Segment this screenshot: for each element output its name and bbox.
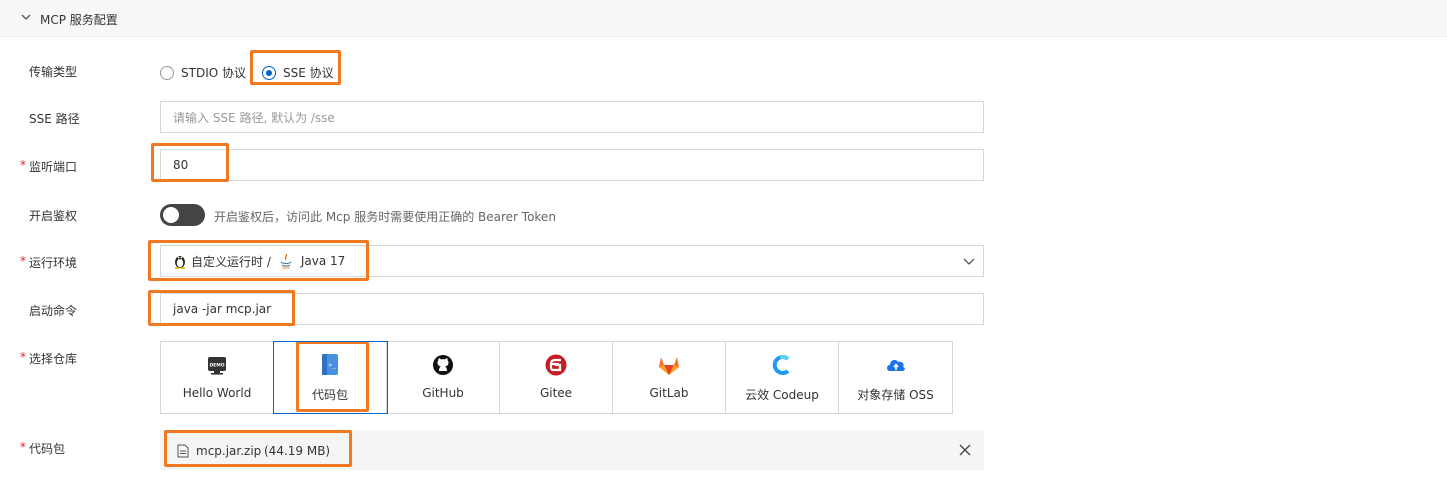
radio-dot-checked[interactable] [262, 65, 276, 80]
repo-option-gitlab[interactable]: GitLab [613, 342, 726, 413]
required-mark: * [20, 350, 26, 364]
code-package-icon: >_ [318, 353, 342, 377]
required-mark: * [20, 254, 26, 268]
svg-text:DEMO: DEMO [209, 363, 224, 369]
repo-option-hello-world[interactable]: DEMO Hello World [161, 342, 274, 413]
repo-option-code-package[interactable]: >_ 代码包 [273, 341, 388, 414]
runtime-version: Java 17 [300, 254, 346, 268]
repo-selector: DEMO Hello World >_ 代码包 GitHub Gitee Git… [160, 341, 953, 414]
required-mark: * [20, 440, 26, 454]
repo-name: 代码包 [311, 388, 348, 402]
auth-label: 开启鉴权 [29, 209, 78, 223]
repo-option-github[interactable]: GitHub [387, 342, 500, 413]
repo-name: 云效 Codeup [745, 388, 819, 402]
oss-icon [884, 353, 908, 377]
radio-stdio-label: STDIO 协议 [181, 66, 246, 80]
repo-name: GitLab [649, 386, 689, 400]
radio-sse-label: SSE 协议 [283, 66, 334, 80]
close-icon[interactable] [959, 444, 971, 456]
radio-dot[interactable] [160, 65, 174, 80]
repo-name: 对象存储 OSS [857, 388, 934, 402]
svg-text:java: java [281, 266, 289, 269]
file-name: mcp.jar.zip [196, 444, 262, 458]
package-label: 代码包 [29, 442, 66, 456]
radio-stdio[interactable]: STDIO 协议 [160, 64, 246, 81]
port-label: 监听端口 [29, 160, 78, 174]
runtime-name: 自定义运行时 / [191, 254, 271, 269]
gitlab-icon [657, 353, 681, 377]
panel-title: MCP 服务配置 [40, 13, 118, 27]
repo-option-gitee[interactable]: Gitee [500, 342, 613, 413]
repo-label: 选择仓库 [29, 352, 78, 366]
required-mark: * [20, 158, 26, 172]
runtime-select[interactable]: 自定义运行时 / java Java 17 [160, 245, 984, 277]
gitee-icon [544, 353, 568, 377]
repo-name: Gitee [539, 386, 573, 400]
java-icon: java [280, 253, 292, 269]
codeup-icon [770, 353, 794, 377]
package-file: mcp.jar.zip (44.19 MB) [160, 430, 984, 470]
radio-sse[interactable]: SSE 协议 [262, 64, 334, 81]
auth-hint: 开启鉴权后，访问此 Mcp 服务时需要使用正确的 Bearer Token [214, 210, 556, 224]
github-icon [431, 353, 455, 377]
start-cmd-input[interactable]: java -jar mcp.jar [160, 293, 984, 325]
auth-toggle[interactable] [160, 204, 205, 226]
file-size: (44.19 MB) [264, 444, 331, 458]
repo-option-oss[interactable]: 对象存储 OSS [839, 342, 952, 413]
transport-label: 传输类型 [29, 65, 78, 79]
start-cmd-label: 启动命令 [29, 304, 78, 318]
port-input[interactable]: 80 [160, 149, 984, 181]
repo-option-codeup[interactable]: 云效 Codeup [726, 342, 839, 413]
linux-penguin-icon [174, 256, 186, 269]
sse-path-input[interactable]: 请输入 SSE 路径, 默认为 /sse [160, 101, 984, 133]
file-icon [177, 444, 189, 458]
repo-name: Hello World [182, 386, 252, 400]
panel-header[interactable]: MCP 服务配置 [0, 0, 1447, 37]
chevron-down-icon[interactable] [21, 12, 31, 22]
demo-icon: DEMO [205, 353, 229, 377]
runtime-label: 运行环境 [29, 256, 78, 270]
chevron-down-icon[interactable] [963, 256, 975, 266]
svg-text:>_: >_ [328, 362, 336, 369]
sse-path-label: SSE 路径 [29, 112, 80, 126]
repo-name: GitHub [422, 386, 464, 400]
